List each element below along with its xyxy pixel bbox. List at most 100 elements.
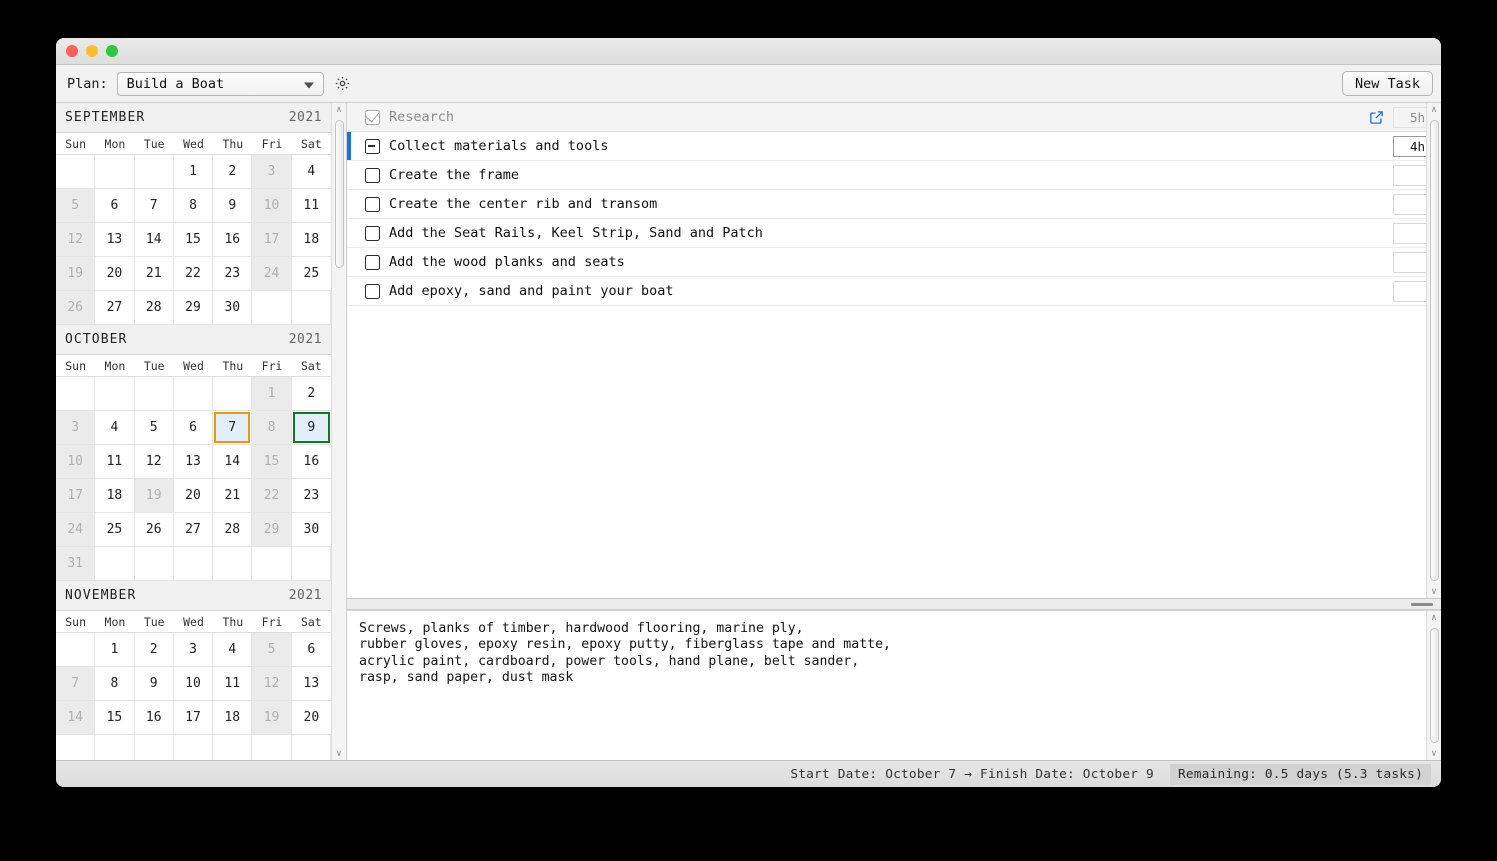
scroll-down-icon[interactable]: ∨ <box>1427 585 1441 598</box>
calendar-day[interactable]: 20 <box>173 479 214 513</box>
checkbox-empty-icon[interactable] <box>365 225 380 241</box>
calendar-day[interactable]: 6 <box>95 189 135 223</box>
task-list-scrollbar[interactable]: ∧ ∨ <box>1426 103 1441 598</box>
calendar-day[interactable]: 2 <box>213 155 253 189</box>
calendar-day[interactable]: 11 <box>213 667 253 701</box>
calendar-day[interactable]: 2 <box>134 633 174 667</box>
task-list[interactable]: Research 5h Collect materials and tools 4h C… <box>347 103 1441 598</box>
calendar-day[interactable]: 26 <box>134 513 174 547</box>
calendar-day[interactable]: 29 <box>173 291 214 325</box>
calendar-day[interactable]: 6 <box>173 411 214 445</box>
calendar-day[interactable]: 23 <box>213 257 253 291</box>
splitter-grip[interactable] <box>1411 603 1433 606</box>
calendar-day[interactable]: 1 <box>252 377 292 411</box>
calendar-day[interactable]: 4 <box>291 155 331 189</box>
calendar-day[interactable]: 30 <box>291 513 331 547</box>
calendar-day[interactable]: 16 <box>291 445 331 479</box>
calendar-day[interactable]: 15 <box>95 701 135 735</box>
calendar-day[interactable]: 6 <box>291 633 331 667</box>
calendar-day[interactable]: 4 <box>213 633 253 667</box>
calendar-day[interactable]: 10 <box>173 667 214 701</box>
calendar-day[interactable]: 25 <box>95 513 135 547</box>
calendar-day[interactable]: 26 <box>56 291 96 325</box>
calendar-day[interactable]: 1 <box>173 155 214 189</box>
calendar-day[interactable]: 18 <box>291 223 331 257</box>
calendar-day[interactable]: 19 <box>134 479 174 513</box>
calendar-day[interactable]: 19 <box>56 257 96 291</box>
calendar-scrollbar-thumb[interactable] <box>335 120 344 268</box>
checkbox-partial-icon[interactable] <box>365 138 380 154</box>
plan-select[interactable]: Build a Boat <box>116 71 324 96</box>
calendar-day[interactable]: 3 <box>56 411 96 445</box>
calendar-day[interactable]: 3 <box>252 155 292 189</box>
calendar-day[interactable]: 18 <box>213 701 253 735</box>
calendar-day[interactable]: 17 <box>173 701 214 735</box>
checkbox-empty-icon[interactable] <box>365 196 380 212</box>
task-row[interactable]: Create the center rib and transom <box>347 190 1441 219</box>
calendar-day[interactable]: 27 <box>95 291 135 325</box>
calendar-day[interactable]: 5 <box>252 633 292 667</box>
calendar-day-finish[interactable]: 9 <box>291 411 331 445</box>
task-row[interactable]: Create the frame <box>347 161 1441 190</box>
calendar-day[interactable]: 13 <box>291 667 331 701</box>
calendar-day[interactable]: 11 <box>95 445 135 479</box>
calendar-day[interactable]: 17 <box>252 223 292 257</box>
calendar-day[interactable]: 11 <box>291 189 331 223</box>
calendar-day[interactable]: 8 <box>95 667 135 701</box>
calendar-day[interactable]: 8 <box>173 189 214 223</box>
notes-scrollbar-thumb[interactable] <box>1430 628 1439 743</box>
scroll-up-icon[interactable]: ∧ <box>332 103 346 116</box>
scroll-up-icon[interactable]: ∧ <box>1427 611 1441 624</box>
task-row[interactable]: Add the wood planks and seats <box>347 248 1441 277</box>
calendar-day-start[interactable]: 7 <box>213 411 253 445</box>
checkbox-empty-icon[interactable] <box>365 254 380 270</box>
calendar-day[interactable]: 16 <box>213 223 253 257</box>
task-row[interactable]: Add epoxy, sand and paint your boat <box>347 277 1441 306</box>
calendar-day[interactable]: 24 <box>56 513 96 547</box>
checkbox-checked-icon[interactable] <box>365 109 380 125</box>
calendar-scroll-area[interactable]: SEPTEMBER 2021 Sun Mon Tue Wed Thu Fri Sat 1 2 3 4 5 6… <box>56 103 331 760</box>
scroll-down-icon[interactable]: ∨ <box>1427 747 1441 760</box>
calendar-day[interactable]: 9 <box>213 189 253 223</box>
scroll-up-icon[interactable]: ∧ <box>1427 103 1441 116</box>
notes-textarea[interactable]: Screws, planks of timber, hardwood floor… <box>347 611 1426 760</box>
calendar-day[interactable]: 5 <box>56 189 96 223</box>
task-row[interactable]: Collect materials and tools 4h <box>347 132 1441 161</box>
calendar-day[interactable]: 15 <box>173 223 214 257</box>
calendar-day[interactable]: 1 <box>95 633 135 667</box>
calendar-day[interactable]: 10 <box>56 445 96 479</box>
checkbox-empty-icon[interactable] <box>365 167 380 183</box>
calendar-day[interactable]: 7 <box>56 667 96 701</box>
calendar-day[interactable]: 4 <box>95 411 135 445</box>
calendar-day[interactable]: 14 <box>134 223 174 257</box>
calendar-day[interactable]: 5 <box>134 411 174 445</box>
calendar-day[interactable]: 9 <box>134 667 174 701</box>
calendar-day[interactable]: 23 <box>291 479 331 513</box>
calendar-day[interactable]: 12 <box>252 667 292 701</box>
open-external-button[interactable] <box>1365 106 1387 128</box>
calendar-day[interactable]: 12 <box>56 223 96 257</box>
task-list-scrollbar-thumb[interactable] <box>1430 120 1439 581</box>
minimize-button[interactable] <box>86 45 98 57</box>
calendar-day[interactable]: 22 <box>252 479 292 513</box>
notes-scrollbar[interactable]: ∧ ∨ <box>1426 611 1441 760</box>
calendar-day[interactable]: 13 <box>173 445 214 479</box>
close-button[interactable] <box>66 45 78 57</box>
settings-button[interactable] <box>330 71 356 97</box>
calendar-day[interactable]: 13 <box>95 223 135 257</box>
calendar-day[interactable]: 31 <box>56 547 96 581</box>
calendar-day[interactable]: 16 <box>134 701 174 735</box>
calendar-day[interactable]: 22 <box>173 257 214 291</box>
scroll-down-icon[interactable]: ∨ <box>332 747 346 760</box>
calendar-day[interactable]: 14 <box>213 445 253 479</box>
pane-splitter[interactable] <box>347 599 1441 610</box>
calendar-day[interactable]: 28 <box>134 291 174 325</box>
calendar-day[interactable]: 8 <box>252 411 292 445</box>
calendar-day[interactable]: 21 <box>134 257 174 291</box>
calendar-day[interactable]: 20 <box>291 701 331 735</box>
task-row[interactable]: Add the Seat Rails, Keel Strip, Sand and… <box>347 219 1441 248</box>
calendar-day[interactable]: 2 <box>291 377 331 411</box>
calendar-day[interactable]: 12 <box>134 445 174 479</box>
calendar-day[interactable]: 14 <box>56 701 96 735</box>
zoom-button[interactable] <box>106 45 118 57</box>
